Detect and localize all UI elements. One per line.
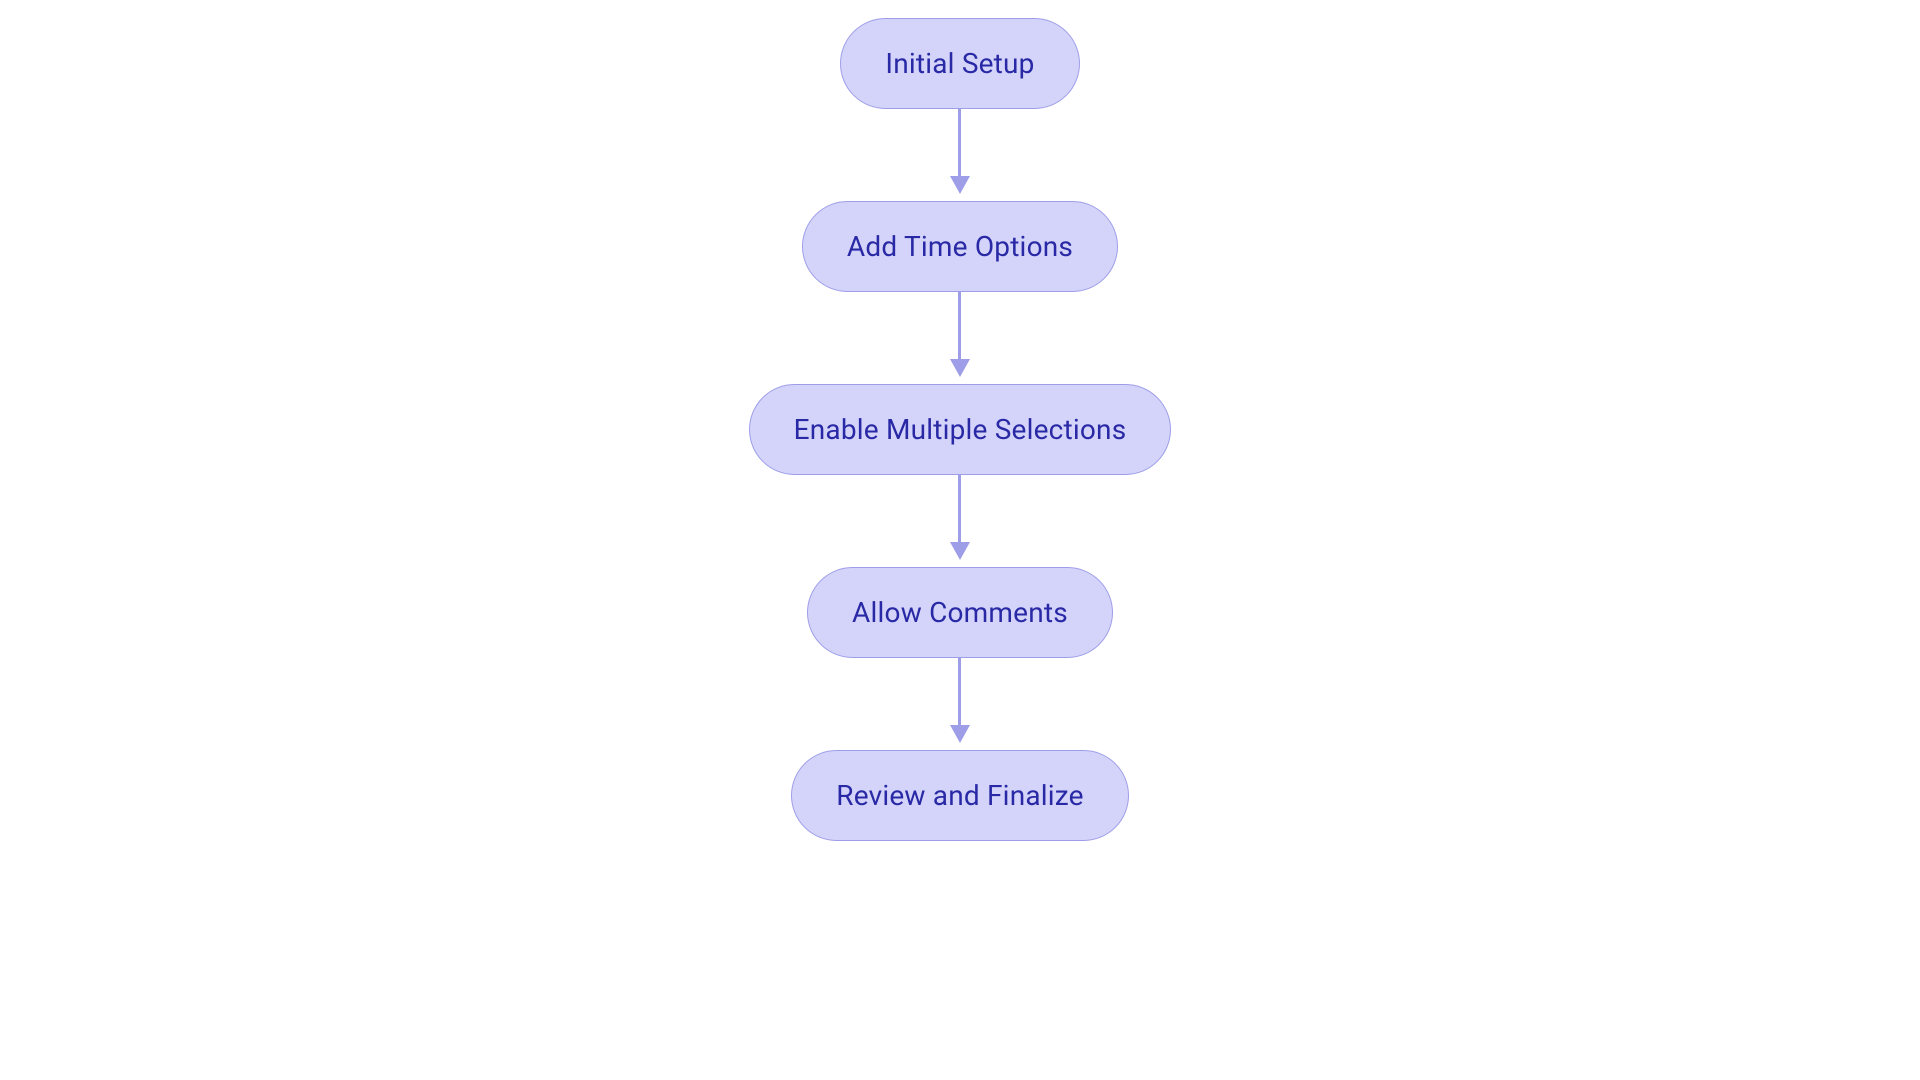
arrow-down-icon bbox=[950, 475, 970, 567]
diagram-canvas: Initial Setup Add Time Options Enable Mu… bbox=[0, 0, 1920, 1080]
node-enable-multiple-selections: Enable Multiple Selections bbox=[749, 384, 1172, 475]
arrow-down-icon bbox=[950, 292, 970, 384]
arrow-head bbox=[950, 542, 970, 560]
arrow-shaft bbox=[958, 658, 961, 726]
node-add-time-options: Add Time Options bbox=[802, 201, 1118, 292]
arrow-head bbox=[950, 725, 970, 743]
arrow-down-icon bbox=[950, 658, 970, 750]
arrow-shaft bbox=[958, 109, 961, 177]
arrow-head bbox=[950, 359, 970, 377]
node-initial-setup: Initial Setup bbox=[840, 18, 1079, 109]
node-label: Enable Multiple Selections bbox=[794, 413, 1127, 446]
arrow-shaft bbox=[958, 292, 961, 360]
node-label: Add Time Options bbox=[847, 230, 1073, 263]
arrow-head bbox=[950, 176, 970, 194]
node-allow-comments: Allow Comments bbox=[807, 567, 1113, 658]
node-label: Allow Comments bbox=[852, 596, 1068, 629]
node-label: Review and Finalize bbox=[836, 779, 1083, 812]
arrow-shaft bbox=[958, 475, 961, 543]
flowchart: Initial Setup Add Time Options Enable Mu… bbox=[749, 18, 1172, 841]
node-label: Initial Setup bbox=[885, 47, 1034, 80]
arrow-down-icon bbox=[950, 109, 970, 201]
node-review-and-finalize: Review and Finalize bbox=[791, 750, 1128, 841]
